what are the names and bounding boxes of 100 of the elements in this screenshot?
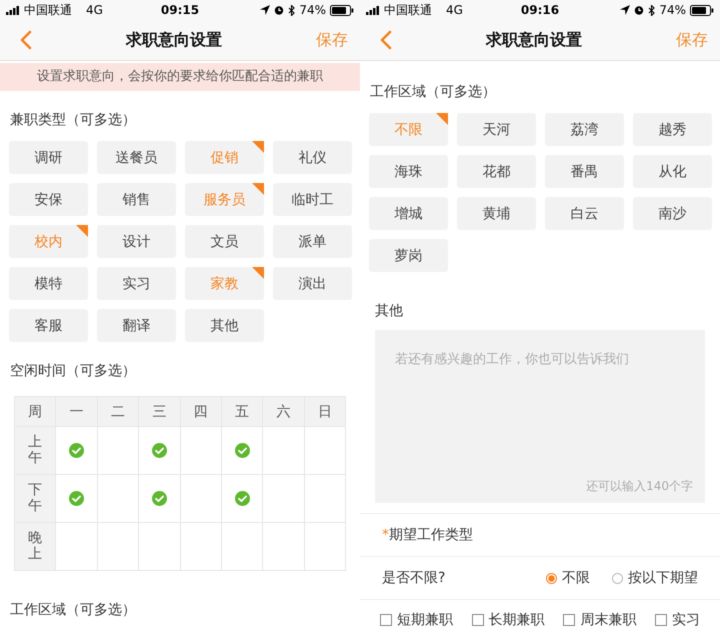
option-chip[interactable]: 其他 <box>185 309 264 342</box>
option-chip[interactable]: 增城 <box>369 197 448 230</box>
row-label-cell: 晚上 <box>15 523 56 571</box>
back-button[interactable] <box>380 30 392 50</box>
checkbox-icon[interactable] <box>654 614 667 626</box>
carrier-name: 中国联通 <box>384 2 432 18</box>
alarm-icon <box>634 5 644 15</box>
option-chip[interactable]: 设计 <box>97 225 176 258</box>
option-chip[interactable]: 派单 <box>273 225 352 258</box>
row-label-cell: 上午 <box>15 427 56 475</box>
option-chip[interactable]: 礼仪 <box>273 141 352 174</box>
signal-icon <box>6 6 20 14</box>
time-slot-cell[interactable] <box>56 427 98 475</box>
time-slot-cell[interactable] <box>304 523 346 571</box>
table-header-cell: 六 <box>263 397 305 427</box>
battery-percent: 74% <box>299 3 326 17</box>
time-slot-cell[interactable] <box>263 427 305 475</box>
option-chip[interactable]: 销售 <box>97 183 176 216</box>
corner-tag-icon <box>76 225 88 237</box>
option-chip[interactable]: 客服 <box>9 309 88 342</box>
time-slot-cell[interactable] <box>304 475 346 523</box>
time-slot-cell[interactable] <box>98 427 140 475</box>
section-title: 工作区域（可多选） <box>369 83 497 102</box>
option-chip[interactable]: 花都 <box>457 155 536 188</box>
option-chip[interactable]: 翻译 <box>97 309 176 342</box>
location-icon <box>260 5 270 15</box>
question-label: 是否不限? <box>382 569 446 587</box>
time-slot-cell[interactable] <box>180 475 222 523</box>
checkbox-icon[interactable] <box>563 614 576 626</box>
option-chip[interactable]: 临时工 <box>273 183 352 216</box>
character-counter: 还可以输入140个字 <box>586 478 693 495</box>
location-icon <box>620 5 630 15</box>
radio-label: 不限 <box>562 569 590 587</box>
time-slot-cell[interactable] <box>139 427 180 475</box>
option-chip[interactable]: 海珠 <box>369 155 448 188</box>
table-header-cell: 四 <box>180 397 222 427</box>
check-circle-icon <box>234 443 250 458</box>
checkbox-option[interactable]: 短期兼职 <box>380 611 453 629</box>
time-slot-cell[interactable] <box>222 523 264 571</box>
option-chip[interactable]: 文员 <box>185 225 264 258</box>
option-chip[interactable]: 调研 <box>9 141 88 174</box>
page-title: 求职意向设置 <box>126 30 222 50</box>
checkbox-option[interactable]: 实习 <box>654 611 700 629</box>
option-chip[interactable]: 送餐员 <box>97 141 176 174</box>
time-slot-cell[interactable] <box>222 427 264 475</box>
bluetooth-icon <box>648 4 656 16</box>
radio-icon[interactable] <box>612 572 623 584</box>
checkbox-label: 周末兼职 <box>580 611 636 629</box>
radio-icon[interactable] <box>546 572 557 584</box>
back-icon <box>380 30 392 50</box>
option-chip[interactable]: 萝岗 <box>369 239 448 272</box>
time-slot-cell[interactable] <box>139 475 180 523</box>
section-title: 工作区域（可多选） <box>9 601 137 620</box>
option-chip[interactable]: 南沙 <box>633 197 712 230</box>
option-chip[interactable]: 越秀 <box>633 113 712 146</box>
back-button[interactable] <box>20 30 32 50</box>
option-chip[interactable]: 从化 <box>633 155 712 188</box>
checkbox-icon[interactable] <box>472 614 484 626</box>
notice-banner: 设置求职意向，会按你的要求给你匹配合适的兼职 <box>0 63 360 91</box>
radio-option[interactable]: 按以下期望 <box>612 569 698 587</box>
required-mark: * <box>382 527 389 543</box>
option-chip[interactable]: 黄埔 <box>457 197 536 230</box>
battery-icon <box>330 4 354 16</box>
corner-tag-icon <box>252 141 264 153</box>
checkbox-icon[interactable] <box>380 614 392 626</box>
time-slot-cell[interactable] <box>304 427 346 475</box>
time-slot-cell[interactable] <box>263 475 305 523</box>
check-circle-icon <box>152 491 167 506</box>
table-header-cell: 周 <box>15 397 56 427</box>
radio-label: 按以下期望 <box>628 569 698 587</box>
table-header-cell: 三 <box>139 397 180 427</box>
network-type: 4G <box>86 3 103 17</box>
option-chip[interactable]: 白云 <box>545 197 624 230</box>
time-slot-cell[interactable] <box>180 427 222 475</box>
check-circle-icon <box>152 443 167 458</box>
checkbox-option[interactable]: 长期兼职 <box>472 611 545 629</box>
option-chip[interactable]: 番禺 <box>545 155 624 188</box>
time-slot-cell[interactable] <box>56 523 98 571</box>
option-chip[interactable]: 安保 <box>9 183 88 216</box>
time-slot-cell[interactable] <box>222 475 264 523</box>
time-slot-cell[interactable] <box>98 475 140 523</box>
radio-option[interactable]: 不限 <box>546 569 590 587</box>
checkbox-option[interactable]: 周末兼职 <box>563 611 636 629</box>
corner-tag-icon <box>252 267 264 279</box>
check-circle-icon <box>234 491 250 506</box>
time-slot-cell[interactable] <box>139 523 180 571</box>
time-slot-cell[interactable] <box>98 523 140 571</box>
time-slot-cell[interactable] <box>56 475 98 523</box>
network-type: 4G <box>446 3 463 17</box>
option-chip[interactable]: 模特 <box>9 267 88 300</box>
option-chip[interactable]: 演出 <box>273 267 352 300</box>
table-header-cell: 二 <box>98 397 140 427</box>
option-chip[interactable]: 实习 <box>97 267 176 300</box>
option-chip[interactable]: 天河 <box>457 113 536 146</box>
time-slot-cell[interactable] <box>263 523 305 571</box>
time-slot-cell[interactable] <box>180 523 222 571</box>
option-chip[interactable]: 荔湾 <box>545 113 624 146</box>
row-label-cell: 下午 <box>15 475 56 523</box>
section-title: 其他 <box>374 302 404 321</box>
check-circle-icon <box>69 491 84 506</box>
